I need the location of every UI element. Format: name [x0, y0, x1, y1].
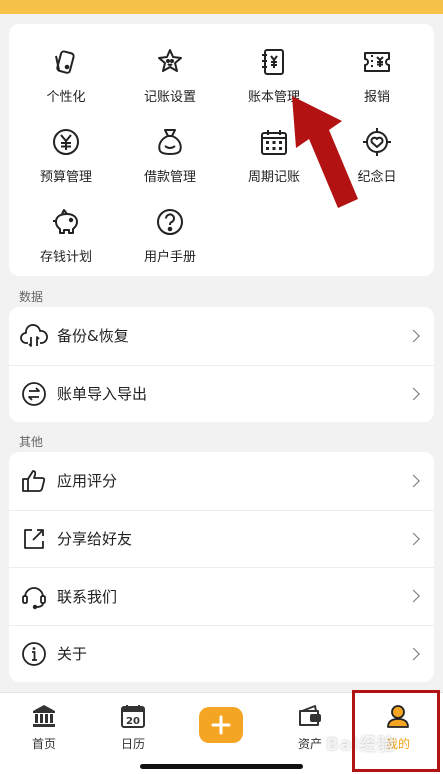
chevron-right-icon — [407, 532, 420, 546]
list-item-label: 应用评分 — [57, 472, 118, 491]
calendar-grid-icon — [261, 130, 287, 155]
thumbs-up-icon — [22, 469, 46, 492]
grid-item-personalize[interactable]: 个性化 — [16, 44, 116, 114]
list-item-label: 联系我们 — [57, 587, 118, 606]
grid-item-label: 记账设置 — [143, 90, 196, 105]
other-list-card: 应用评分 分享给好友 联系我们 关于 — [9, 452, 434, 682]
ledger-book-icon — [262, 49, 284, 75]
receipt-ticket-icon — [364, 52, 390, 72]
grid-item-saving-plan[interactable]: 存钱计划 — [16, 204, 116, 274]
grid-item-label: 预算管理 — [39, 170, 92, 185]
grid-item-booking-settings[interactable]: 记账设置 — [120, 44, 220, 114]
grid-item-anniversary[interactable]: 纪念日 — [327, 124, 427, 194]
grid-item-budget[interactable]: 预算管理 — [16, 124, 116, 194]
list-item-contact-us[interactable]: 联系我们 — [9, 567, 434, 625]
chevron-right-icon — [407, 647, 420, 661]
question-circle-icon — [157, 209, 183, 235]
list-item-label: 备份&恢复 — [57, 327, 129, 346]
tab-label: 资产 — [297, 737, 322, 751]
tab-highlight-box — [352, 690, 440, 772]
feature-grid-card: 个性化 记账设置 账本管理 报销 预算管理 借款管理 周期记账 纪念日 存钱计划… — [9, 24, 434, 276]
grid-item-label: 账本管理 — [247, 90, 300, 105]
tab-calendar[interactable]: 20 日历 — [98, 703, 168, 753]
section-label-other: 其他 — [19, 435, 44, 449]
add-entry-button[interactable] — [199, 707, 243, 743]
grid-item-loans[interactable]: 借款管理 — [120, 124, 220, 194]
headset-icon — [22, 587, 46, 610]
wallet-icon — [299, 705, 321, 726]
list-item-backup-restore[interactable]: 备份&恢复 — [9, 307, 434, 365]
chevron-right-icon — [407, 329, 420, 343]
list-item-rate-app[interactable]: 应用评分 — [9, 452, 434, 510]
tab-home[interactable]: 首页 — [9, 703, 79, 753]
grid-item-reimbursement[interactable]: 报销 — [327, 44, 427, 114]
grid-item-label: 纪念日 — [357, 170, 397, 185]
piggy-bank-icon — [53, 209, 78, 234]
list-item-import-export[interactable]: 账单导入导出 — [9, 364, 434, 423]
list-item-label: 分享给好友 — [57, 530, 133, 549]
cloud-sync-icon — [20, 323, 48, 347]
calendar-icon: 20 — [121, 705, 145, 728]
list-item-label: 账单导入导出 — [57, 385, 148, 404]
tab-label: 日历 — [120, 737, 145, 751]
chevron-right-icon — [407, 387, 420, 401]
calendar-day-number: 20 — [126, 716, 140, 727]
share-icon — [24, 528, 44, 549]
chevron-right-icon — [407, 474, 420, 488]
grid-item-recurring-entries[interactable]: 周期记账 — [224, 124, 324, 194]
home-indicator — [140, 764, 303, 769]
money-bag-icon — [158, 129, 182, 155]
heart-target-icon — [363, 128, 391, 156]
list-item-label: 关于 — [57, 645, 88, 664]
star-settings-icon — [158, 49, 182, 72]
grid-item-label: 借款管理 — [143, 170, 196, 185]
grid-item-label: 个性化 — [46, 90, 86, 105]
grid-item-label: 存钱计划 — [39, 250, 92, 265]
info-icon — [22, 641, 46, 666]
yen-circle-icon — [53, 129, 79, 155]
tab-label: 首页 — [31, 737, 56, 751]
data-list-card: 备份&恢复 账单导入导出 — [9, 307, 434, 422]
list-item-about[interactable]: 关于 — [9, 624, 434, 683]
list-item-share-friends[interactable]: 分享给好友 — [9, 509, 434, 568]
grid-item-ledger-management[interactable]: 账本管理 — [224, 44, 324, 114]
grid-item-label: 用户手册 — [143, 250, 196, 265]
grid-item-user-manual[interactable]: 用户手册 — [120, 204, 220, 274]
palette-card-icon — [55, 50, 75, 74]
top-header-strip — [0, 0, 443, 14]
plus-icon — [211, 715, 231, 735]
import-export-icon — [22, 381, 46, 406]
bank-building-icon — [33, 705, 55, 727]
chevron-right-icon — [407, 589, 420, 603]
section-label-data: 数据 — [19, 290, 44, 304]
grid-item-label: 周期记账 — [247, 170, 300, 185]
grid-item-label: 报销 — [363, 90, 390, 105]
